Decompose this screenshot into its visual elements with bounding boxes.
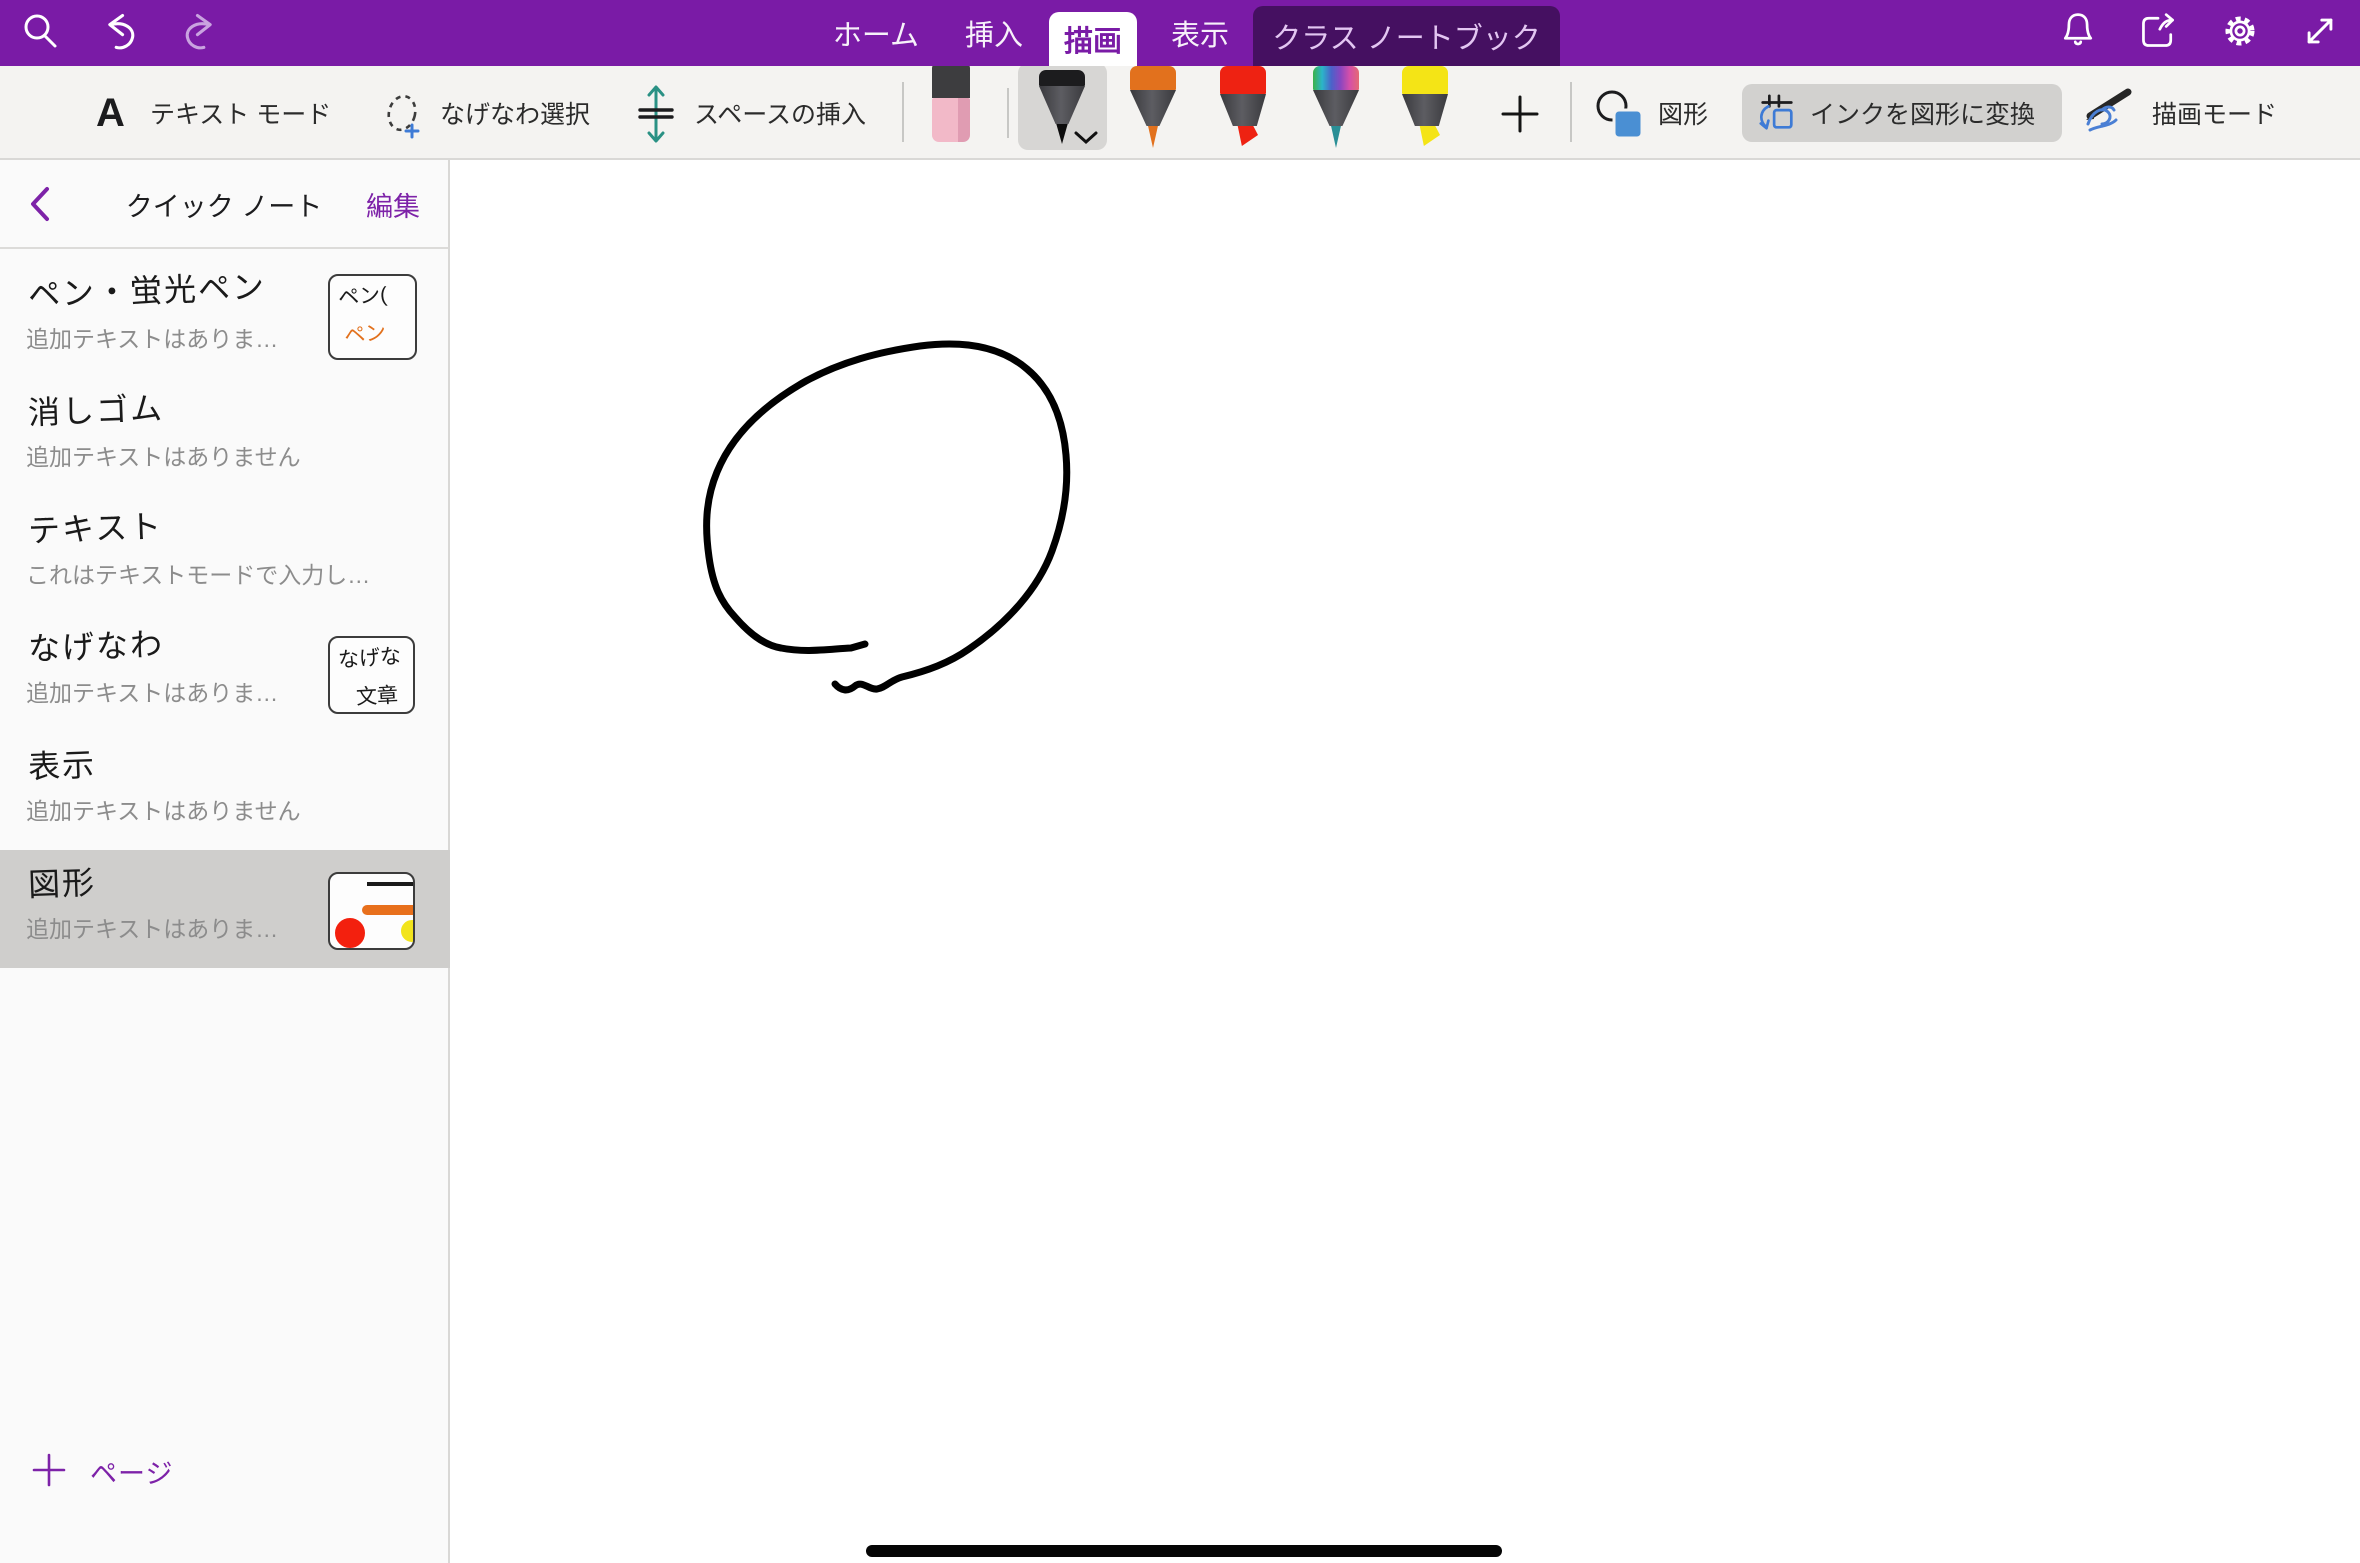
thumb-ink-text: 文章: [355, 679, 399, 711]
page-title: 表示: [27, 740, 97, 788]
thumb-ink-text: ペン(: [337, 278, 388, 311]
page-title: なげなわ: [27, 619, 165, 670]
page-thumbnail: [328, 872, 415, 950]
ink-to-shape-button[interactable]: インクを図形に変換: [1742, 84, 2062, 142]
yellow-highlighter[interactable]: [1402, 66, 1448, 146]
page-row-pen-highlighter[interactable]: ペン・蛍光ペン 追加テキストはありま… ペン( ペン: [0, 260, 450, 378]
share-icon[interactable]: [2138, 9, 2178, 53]
add-pen-button[interactable]: [1498, 92, 1542, 136]
shapes-button[interactable]: 図形: [1658, 66, 1708, 160]
text-mode-button[interactable]: テキスト モード: [150, 66, 331, 160]
thumb-ink-text: なげな: [337, 640, 402, 674]
tab-insert[interactable]: 挿入: [948, 0, 1040, 66]
orange-pen[interactable]: [1130, 66, 1176, 148]
page-title: ペン・蛍光ペン: [27, 262, 266, 316]
undo-icon[interactable]: [98, 9, 138, 53]
plus-icon: [30, 1451, 68, 1489]
page-subtitle: 追加テキストはありま…: [26, 910, 278, 944]
thumb-red-arc: [335, 918, 365, 948]
fullscreen-expand-icon[interactable]: [2300, 9, 2340, 53]
lasso-select-button[interactable]: なげなわ選択: [440, 66, 590, 160]
page-thumbnail: なげな 文章: [328, 636, 415, 714]
page-title: テキスト: [27, 501, 164, 552]
insert-space-icon[interactable]: [636, 84, 676, 144]
home-indicator[interactable]: [866, 1545, 1502, 1557]
top-bar: ホーム 挿入 描画 表示 クラス ノートブック: [0, 0, 2360, 66]
add-page-button[interactable]: ページ: [0, 1441, 450, 1501]
page-row-eraser[interactable]: 消しゴム 追加テキストはありません: [0, 378, 450, 496]
tab-view[interactable]: 表示: [1158, 0, 1242, 66]
tab-home[interactable]: ホーム: [822, 0, 930, 66]
sidebar-header: クイック ノート 編集: [0, 160, 448, 249]
page-row-view[interactable]: 表示 追加テキストはありません: [0, 732, 450, 850]
redo-icon[interactable]: [182, 9, 222, 53]
page-subtitle: 追加テキストはありません: [26, 438, 301, 472]
thumb-yellow-arc: [401, 920, 415, 942]
ink-to-shape-icon: [1756, 92, 1798, 134]
page-thumbnail: ペン( ペン: [328, 274, 417, 360]
toolbar-divider: [902, 82, 904, 142]
add-page-label: ページ: [90, 1441, 173, 1501]
page-subtitle: 追加テキストはありま…: [26, 320, 278, 354]
toolbar-divider: [1570, 82, 1572, 142]
eraser-body: [932, 64, 970, 98]
eraser-tool[interactable]: [932, 64, 970, 142]
draw-toolbar: A テキスト モード なげなわ選択 スペースの挿入: [0, 66, 2360, 160]
eraser-tip: [932, 98, 970, 142]
page-subtitle: これはテキストモードで入力し…: [26, 556, 370, 590]
tab-draw[interactable]: 描画: [1049, 12, 1137, 66]
lasso-select-icon[interactable]: [382, 92, 426, 140]
hand-drawn-circle-stroke: [707, 344, 1067, 690]
ink-drawing-circle: [450, 160, 2360, 1563]
thumb-orange-line: [362, 905, 415, 915]
text-mode-icon: A: [96, 66, 125, 160]
thumb-black-line: [367, 882, 415, 886]
chevron-down-icon: [1073, 130, 1099, 146]
page-list-sidebar: クイック ノート 編集 ペン・蛍光ペン 追加テキストはありま… ペン( ペン 消…: [0, 160, 450, 1563]
page-subtitle: 追加テキストはありません: [26, 792, 301, 826]
page-title: 消しゴム: [27, 383, 165, 434]
red-highlighter[interactable]: [1220, 66, 1266, 146]
note-canvas[interactable]: [450, 160, 2360, 1563]
notifications-bell-icon[interactable]: [2058, 9, 2098, 53]
onenote-app: ホーム 挿入 描画 表示 クラス ノートブック: [0, 0, 2360, 1563]
page-row-shapes-selected[interactable]: 図形 追加テキストはありま…: [0, 850, 450, 968]
search-icon[interactable]: [20, 9, 60, 53]
edit-button[interactable]: 編集: [366, 160, 420, 249]
draw-mode-button[interactable]: 描画モード: [2152, 66, 2277, 160]
thumb-ink-text-orange: ペン: [343, 316, 388, 350]
page-row-text[interactable]: テキスト これはテキストモードで入力し…: [0, 496, 450, 614]
page-title: 図形: [27, 858, 97, 906]
shapes-icon[interactable]: [1590, 86, 1646, 142]
page-subtitle: 追加テキストはありま…: [26, 674, 278, 708]
draw-mode-hand-pen-icon[interactable]: [2080, 80, 2140, 142]
insert-space-button[interactable]: スペースの挿入: [694, 66, 866, 160]
black-pen-selected[interactable]: [1018, 63, 1107, 150]
toolbar-divider: [1007, 88, 1009, 138]
rainbow-pen[interactable]: [1313, 66, 1359, 148]
page-row-lasso[interactable]: なげなわ 追加テキストはありま… なげな 文章: [0, 614, 450, 732]
tab-class-notebook[interactable]: クラス ノートブック: [1253, 6, 1560, 66]
ink-to-shape-label: インクを図形に変換: [1810, 95, 2035, 131]
settings-gear-icon[interactable]: [2220, 9, 2260, 53]
